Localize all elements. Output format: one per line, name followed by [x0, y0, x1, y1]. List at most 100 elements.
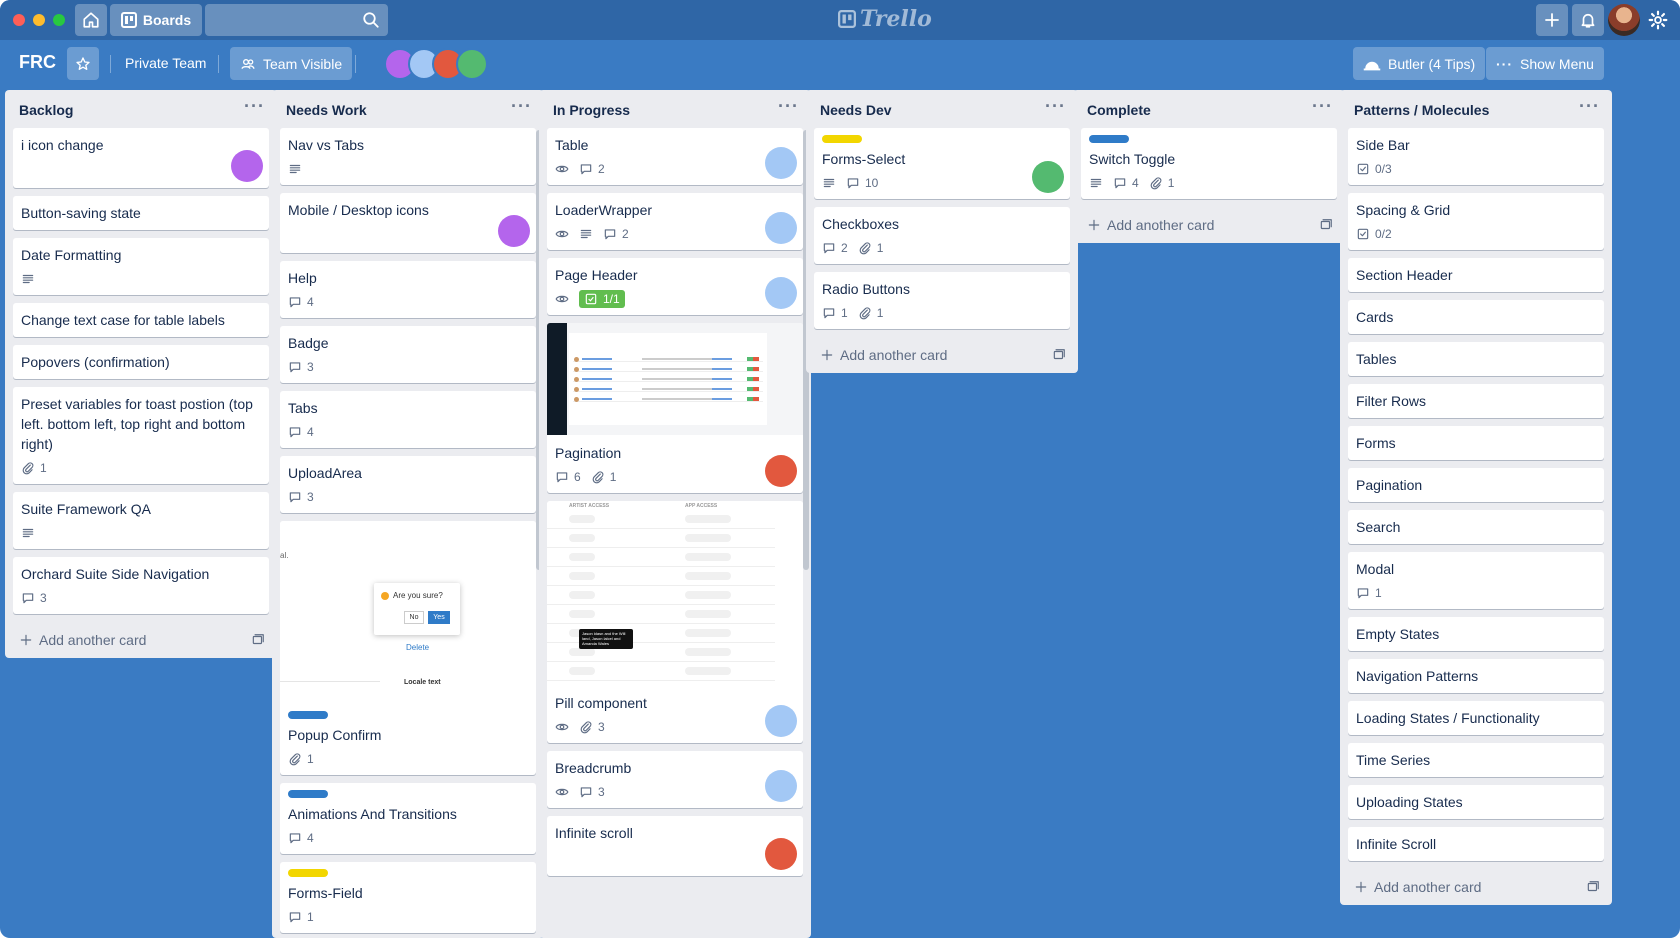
card[interactable]: Forms-Field 1: [280, 862, 536, 933]
card-template-icon[interactable]: [1586, 880, 1600, 894]
zoom-window-button[interactable]: [53, 14, 65, 26]
boards-button[interactable]: Boards: [110, 4, 202, 36]
notifications-button[interactable]: [1572, 4, 1604, 36]
card[interactable]: Search: [1348, 510, 1604, 544]
card[interactable]: Nav vs Tabs: [280, 128, 536, 185]
card[interactable]: ARTIST ACCESS APP ACCESS Jason ldasn and t…: [547, 501, 803, 743]
card[interactable]: Tabs 4: [280, 391, 536, 448]
card[interactable]: Badge 3: [280, 326, 536, 383]
card[interactable]: Mobile / Desktop icons: [280, 193, 536, 253]
list-menu-button[interactable]: ···: [778, 96, 799, 117]
add-card-button[interactable]: Add another card: [5, 622, 277, 658]
member-avatar[interactable]: [765, 277, 797, 309]
card[interactable]: Page Header 1/1: [547, 258, 803, 315]
add-card-button[interactable]: Add another card: [1073, 207, 1345, 243]
list-title[interactable]: Needs Work: [286, 102, 367, 118]
card[interactable]: Forms-Select 10: [814, 128, 1070, 199]
list-menu-button[interactable]: ···: [1579, 96, 1600, 117]
card[interactable]: Forms: [1348, 426, 1604, 460]
card[interactable]: LoaderWrapper 2: [547, 193, 803, 250]
card[interactable]: Radio Buttons 1 1: [814, 272, 1070, 329]
card[interactable]: Navigation Patterns: [1348, 659, 1604, 693]
card[interactable]: Pagination: [1348, 468, 1604, 502]
card-label[interactable]: [288, 869, 328, 877]
list-menu-button[interactable]: ···: [511, 96, 532, 117]
trello-logo[interactable]: Trello: [838, 6, 932, 32]
card-title: Forms: [1356, 435, 1396, 451]
list-menu-button[interactable]: ···: [1045, 96, 1066, 117]
card[interactable]: i icon change: [13, 128, 269, 188]
card[interactable]: Side Bar 0/3: [1348, 128, 1604, 185]
member-avatar[interactable]: [456, 48, 488, 80]
member-avatar[interactable]: [498, 215, 530, 247]
card[interactable]: Cards: [1348, 300, 1604, 334]
card[interactable]: Pagination 6 1: [547, 323, 803, 493]
card[interactable]: Date Formatting: [13, 238, 269, 295]
card[interactable]: Infinite scroll: [547, 816, 803, 876]
card[interactable]: Switch Toggle 4 1: [1081, 128, 1337, 199]
card[interactable]: Popovers (confirmation): [13, 345, 269, 379]
add-card-button[interactable]: Add another card: [1340, 869, 1612, 905]
add-card-button[interactable]: Add another card: [806, 337, 1078, 373]
close-window-button[interactable]: [13, 14, 25, 26]
card[interactable]: Empty States: [1348, 617, 1604, 651]
card[interactable]: Time Series: [1348, 743, 1604, 777]
settings-button[interactable]: [1644, 6, 1672, 34]
card[interactable]: Help 4: [280, 261, 536, 318]
card-template-icon[interactable]: [1319, 218, 1333, 232]
card[interactable]: Tables: [1348, 342, 1604, 376]
member-avatar[interactable]: [765, 455, 797, 487]
card[interactable]: Preset variables for toast postion (top …: [13, 387, 269, 484]
list-menu-button[interactable]: ···: [244, 96, 265, 117]
list-title[interactable]: Complete: [1087, 102, 1151, 118]
butler-button[interactable]: Butler (4 Tips): [1353, 47, 1486, 80]
member-avatar[interactable]: [765, 770, 797, 802]
card[interactable]: Breadcrumb 3: [547, 751, 803, 808]
member-avatar[interactable]: [1032, 161, 1064, 193]
show-menu-button[interactable]: ··· Show Menu: [1486, 47, 1604, 80]
member-avatar[interactable]: [765, 147, 797, 179]
card-template-icon[interactable]: [251, 633, 265, 647]
create-button[interactable]: [1536, 4, 1568, 36]
cover-pill: [569, 667, 595, 675]
card[interactable]: Uploading States: [1348, 785, 1604, 819]
list-title[interactable]: Backlog: [19, 102, 73, 118]
list-title[interactable]: Needs Dev: [820, 102, 892, 118]
card[interactable]: Animations And Transitions 4: [280, 783, 536, 854]
minimize-window-button[interactable]: [33, 14, 45, 26]
card[interactable]: Loading States / Functionality: [1348, 701, 1604, 735]
card-label[interactable]: [822, 135, 862, 143]
card[interactable]: Infinite Scroll: [1348, 827, 1604, 861]
list-title[interactable]: Patterns / Molecules: [1354, 102, 1489, 118]
card[interactable]: Checkboxes 2 1: [814, 207, 1070, 264]
card[interactable]: Suite Framework QA: [13, 492, 269, 549]
card-label[interactable]: [1089, 135, 1129, 143]
star-button[interactable]: [67, 47, 99, 80]
team-button[interactable]: Private Team: [125, 55, 206, 71]
card-label[interactable]: [288, 790, 328, 798]
board-title[interactable]: FRC: [19, 52, 56, 73]
card[interactable]: Change text case for table labels: [13, 303, 269, 337]
member-avatar[interactable]: [765, 705, 797, 737]
card[interactable]: Table 2: [547, 128, 803, 185]
list-menu-button[interactable]: ···: [1312, 96, 1333, 117]
card[interactable]: Button-saving state: [13, 196, 269, 230]
card[interactable]: UploadArea 3: [280, 456, 536, 513]
search-input[interactable]: [205, 4, 388, 36]
card[interactable]: Spacing & Grid 0/2: [1348, 193, 1604, 250]
card-template-icon[interactable]: [1052, 348, 1066, 362]
member-avatar[interactable]: [765, 838, 797, 870]
card[interactable]: al. Are you sure? No Yes Delete Locale text Po…: [280, 521, 536, 775]
user-avatar[interactable]: [1608, 4, 1640, 36]
card[interactable]: Filter Rows: [1348, 384, 1604, 418]
card-label[interactable]: [288, 711, 328, 719]
member-avatar[interactable]: [231, 150, 263, 182]
card[interactable]: Orchard Suite Side Navigation 3: [13, 557, 269, 614]
visibility-button[interactable]: Team Visible: [230, 47, 353, 80]
list-title[interactable]: In Progress: [553, 102, 630, 118]
member-avatar[interactable]: [765, 212, 797, 244]
card[interactable]: Section Header: [1348, 258, 1604, 292]
home-button[interactable]: [75, 4, 107, 36]
card[interactable]: Modal 1: [1348, 552, 1604, 609]
cover-row-status: [747, 367, 759, 371]
